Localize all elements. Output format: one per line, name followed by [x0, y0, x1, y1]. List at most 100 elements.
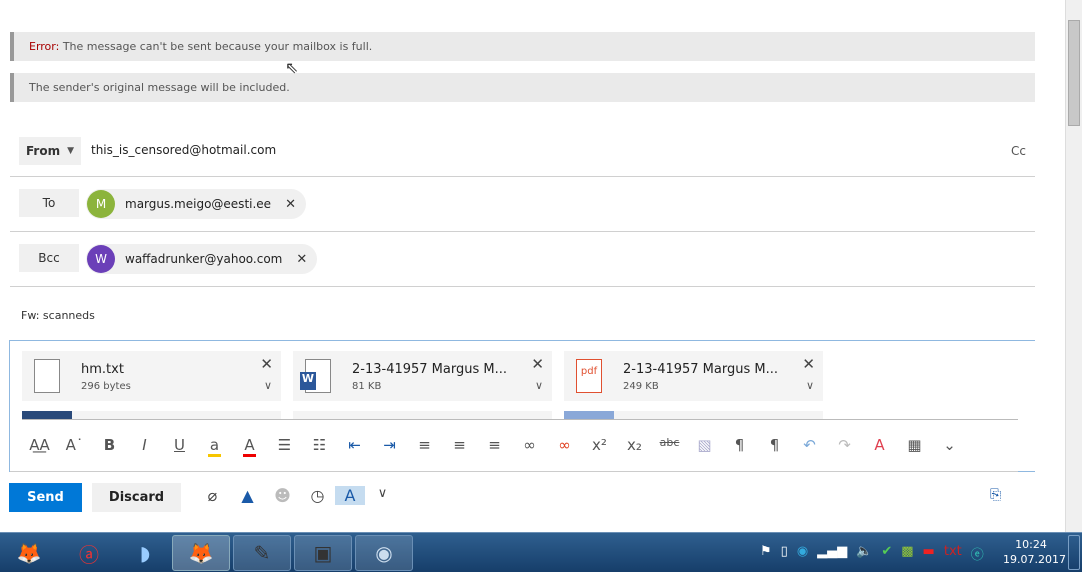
chevron-down-icon[interactable]: ∨: [535, 379, 543, 392]
subject-input[interactable]: Fw: scanneds: [21, 309, 95, 322]
bullets-icon[interactable]: ☰: [267, 436, 302, 457]
remove-attachment-icon[interactable]: ✕: [802, 355, 815, 373]
discard-button[interactable]: Discard: [92, 483, 181, 512]
recipient-email: margus.meigo@eesti.ee: [125, 197, 272, 211]
divider: [10, 286, 1035, 287]
chevron-down-icon[interactable]: ∨: [264, 379, 272, 392]
insert-image-icon[interactable]: ▧: [687, 436, 722, 457]
scrollbar-thumb[interactable]: [1068, 20, 1080, 126]
strikethrough-icon[interactable]: abc: [652, 436, 687, 457]
attachment-size: 249 KB: [623, 381, 659, 392]
attachment-size: 296 bytes: [81, 381, 131, 392]
recipient-chip[interactable]: W waffadrunker@yahoo.com ✕: [86, 244, 318, 274]
rtl-icon[interactable]: ¶: [757, 436, 792, 457]
attachment-card[interactable]: W 2-13-41957 Margus M... 81 KB ✕ ∨: [293, 351, 552, 401]
emoji-icon[interactable]: ☻: [265, 486, 300, 505]
attachment-card[interactable]: hm.txt 296 bytes ✕ ∨: [22, 351, 281, 401]
system-tray: ⚑ ▯ ◉ ▂▄▆ 🔈 ✔ ▩ ▬ txt ⓔ: [760, 544, 993, 563]
tray-monitor-icon[interactable]: ▬: [923, 544, 935, 563]
action-center-icon[interactable]: ⚑: [760, 544, 772, 563]
error-label: Error:: [29, 40, 60, 53]
chevron-down-icon[interactable]: ∨: [806, 379, 814, 392]
app-icon[interactable]: ◗: [116, 535, 174, 571]
table-icon[interactable]: ▦: [897, 436, 932, 457]
volume-icon[interactable]: 🔈: [856, 544, 872, 563]
power-icon[interactable]: ▯: [781, 544, 788, 563]
more-options-icon[interactable]: ⌄: [932, 436, 967, 457]
firefox-icon[interactable]: 🦊: [0, 535, 58, 571]
avatar: M: [87, 190, 115, 218]
format-toolbar: A͟A A˙ B I U a A ☰ ☷ ⇤ ⇥ ≡ ≡ ≡ ∞ ∞ x² x₂…: [22, 436, 967, 457]
remove-attachment-icon[interactable]: ✕: [531, 355, 544, 373]
to-button[interactable]: To: [19, 189, 79, 217]
bold-icon[interactable]: B: [92, 436, 127, 457]
word-file-icon: W: [300, 359, 331, 393]
notepad-task-button[interactable]: ✎: [233, 535, 291, 571]
highlight-icon[interactable]: a: [208, 436, 221, 457]
format-icon[interactable]: A: [335, 486, 365, 505]
recipient-chip[interactable]: M margus.meigo@eesti.ee ✕: [86, 189, 306, 219]
font-color-icon[interactable]: A: [243, 436, 256, 457]
show-desktop-button[interactable]: [1068, 535, 1080, 570]
remove-attachment-icon[interactable]: ✕: [260, 355, 273, 373]
attachment-size: 81 KB: [352, 381, 382, 392]
from-dropdown[interactable]: From ▼: [19, 137, 81, 165]
signal-icon[interactable]: ▂▄▆: [817, 544, 847, 563]
clock-time: 10:24: [1015, 538, 1047, 551]
undo-icon[interactable]: ↶: [792, 436, 827, 457]
send-button[interactable]: Send: [9, 483, 82, 512]
attachment-name: 2-13-41957 Margus M...: [352, 362, 507, 377]
divider: [10, 176, 1035, 177]
from-address: this_is_censored@hotmail.com: [91, 143, 277, 157]
clock-date: 19.07.2017: [1003, 553, 1066, 566]
error-text: The message can't be sent because your m…: [59, 40, 373, 53]
increase-indent-icon[interactable]: ⇥: [372, 436, 407, 457]
redo-icon[interactable]: ↷: [827, 436, 862, 457]
error-banner: Error: The message can't be sent because…: [10, 32, 1035, 61]
decrease-indent-icon[interactable]: ⇤: [337, 436, 372, 457]
firefox-task-button[interactable]: 🦊: [172, 535, 230, 571]
clear-formatting-icon[interactable]: A: [862, 436, 897, 457]
text-file-icon: [34, 359, 60, 393]
attachment-card[interactable]: pdf 2-13-41957 Margus M... 249 KB ✕ ∨: [564, 351, 823, 401]
usb-icon[interactable]: ✔: [881, 544, 892, 563]
pdf-file-icon: pdf: [576, 359, 602, 393]
txt-icon[interactable]: txt: [944, 544, 962, 563]
align-left-icon[interactable]: ≡: [407, 436, 442, 457]
remove-link-icon[interactable]: ∞: [547, 436, 582, 457]
align-center-icon[interactable]: ≡: [442, 436, 477, 457]
eye-icon[interactable]: ◉: [797, 544, 808, 563]
schedule-icon[interactable]: ◷: [300, 486, 335, 505]
avast-icon[interactable]: ⓐ: [60, 535, 118, 571]
browser-task-button[interactable]: ◉: [355, 535, 413, 571]
popout-icon[interactable]: ⎘: [990, 487, 1001, 503]
cc-button[interactable]: Cc: [1011, 144, 1026, 158]
attachment-name: hm.txt: [81, 362, 124, 377]
mouse-cursor-icon: ⇖: [285, 58, 299, 77]
italic-icon[interactable]: I: [127, 436, 162, 457]
grow-font-icon[interactable]: A˙: [57, 436, 92, 457]
clock[interactable]: 10:24 19.07.2017: [1003, 537, 1066, 567]
monitor-task-button[interactable]: ▣: [294, 535, 352, 571]
attach-icon[interactable]: ⌀: [195, 486, 230, 505]
subscript-icon[interactable]: x₂: [617, 436, 652, 457]
font-size-icon[interactable]: A͟A: [22, 436, 57, 457]
picture-icon[interactable]: ▲: [230, 486, 265, 505]
more-icon[interactable]: ∨: [365, 486, 400, 505]
avatar: W: [87, 245, 115, 273]
ltr-icon[interactable]: ¶: [722, 436, 757, 457]
eset-icon[interactable]: ⓔ: [971, 544, 984, 563]
recipient-email: waffadrunker@yahoo.com: [125, 252, 283, 266]
bcc-button[interactable]: Bcc: [19, 244, 79, 272]
attachment-previews: [22, 411, 1018, 420]
tray-app-icon[interactable]: ▩: [901, 544, 913, 563]
align-right-icon[interactable]: ≡: [477, 436, 512, 457]
info-banner: The sender's original message will be in…: [10, 73, 1035, 102]
link-icon[interactable]: ∞: [512, 436, 547, 457]
scrollbar[interactable]: [1065, 0, 1082, 532]
underline-icon[interactable]: U: [162, 436, 197, 457]
remove-recipient-icon[interactable]: ✕: [285, 197, 296, 212]
numbering-icon[interactable]: ☷: [302, 436, 337, 457]
remove-recipient-icon[interactable]: ✕: [296, 252, 307, 267]
superscript-icon[interactable]: x²: [582, 436, 617, 457]
